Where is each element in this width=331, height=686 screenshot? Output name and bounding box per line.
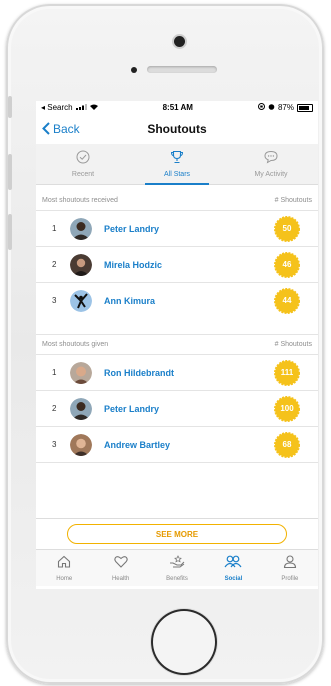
rank-number: 2 [52, 404, 57, 413]
avatar [70, 289, 92, 312]
shoutout-count: 111 [280, 368, 294, 377]
leaderboard-row[interactable]: 2 Peter Landry 100 [36, 390, 318, 426]
tabbar-item-home[interactable]: Home [36, 550, 92, 586]
member-name[interactable]: Mirela Hodzic [104, 260, 274, 270]
tabbar-item-health[interactable]: Health [92, 550, 148, 586]
avatar [70, 361, 92, 384]
given-section-header: Most shoutouts given # Shoutouts [36, 334, 318, 354]
tab-recent-label: Recent [71, 171, 95, 178]
battery-icon [297, 103, 313, 112]
rank-number: 3 [52, 440, 57, 449]
home-button[interactable] [151, 609, 217, 675]
member-name[interactable]: Peter Landry [104, 224, 274, 234]
tab-all-stars-label: All Stars [163, 171, 191, 178]
benefits-hand-icon [169, 554, 185, 573]
avatar [70, 217, 92, 240]
shoutout-tabs: Recent All Stars My Activity [36, 144, 318, 185]
wifi-icon [89, 103, 98, 112]
navigation-bar: Back Shoutouts [36, 114, 318, 144]
leaderboard-row[interactable]: 1 Ron Hildebrandt 111 [36, 354, 318, 390]
avatar [70, 397, 92, 420]
proximity-sensor [131, 67, 137, 73]
earpiece-speaker [147, 66, 217, 73]
received-count-header: # Shoutouts [274, 197, 312, 204]
shoutout-count: 44 [282, 296, 292, 305]
mute-switch [8, 96, 12, 118]
shoutout-count-badge: 50 [274, 215, 300, 242]
volume-down-button [8, 214, 12, 250]
heart-icon [113, 555, 128, 573]
app-screen: ◂ Search 8:51 AM 87% Back Shoutouts Rece… [36, 101, 318, 589]
signal-icon [75, 103, 87, 112]
leaderboard-row[interactable]: 2 Mirela Hodzic 46 [36, 246, 318, 282]
shoutout-count: 100 [280, 404, 294, 413]
shoutout-count-badge: 68 [274, 431, 300, 458]
see-more-button[interactable]: SEE MORE [67, 524, 287, 544]
see-more-bar: SEE MORE [36, 518, 318, 549]
person-icon [283, 554, 297, 573]
given-header-label: Most shoutouts given [42, 341, 109, 348]
member-name[interactable]: Andrew Bartley [104, 440, 274, 450]
leaderboard-row[interactable]: 3 Andrew Bartley 68 [36, 426, 318, 463]
people-icon [224, 555, 242, 573]
rotation-lock-icon [257, 103, 265, 112]
tabbar-item-profile[interactable]: Profile [262, 550, 318, 586]
shoutout-count: 68 [282, 440, 292, 449]
leaderboard-row[interactable]: 1 Peter Landry 50 [36, 210, 318, 246]
back-button[interactable]: Back [42, 121, 80, 137]
avatar [70, 253, 92, 276]
leaderboard-content: Most shoutouts received # Shoutouts 1 Pe… [36, 185, 318, 518]
given-count-header: # Shoutouts [274, 341, 312, 348]
shoutout-count-badge: 46 [274, 251, 300, 278]
shoutout-count-badge: 111 [274, 359, 300, 386]
battery-percent: 87% [277, 103, 294, 112]
rank-number: 1 [52, 224, 57, 233]
check-circle-icon [76, 150, 90, 169]
shoutout-count: 50 [282, 224, 292, 233]
tab-my-activity-label: My Activity [254, 171, 288, 178]
status-back-to-search[interactable]: ◂ Search [41, 103, 73, 112]
bottom-tab-bar: Home Health Benefits Social Profile [36, 549, 318, 586]
tabbar-item-benefits[interactable]: Benefits [149, 550, 205, 586]
status-time: 8:51 AM [162, 103, 193, 112]
chat-bubble-icon [264, 150, 278, 169]
back-label: Back [53, 122, 80, 136]
tabbar-label-home: Home [56, 575, 73, 582]
tabbar-label-profile: Profile [281, 575, 299, 582]
member-name[interactable]: Peter Landry [104, 404, 274, 414]
member-name[interactable]: Ron Hildebrandt [104, 368, 274, 378]
chevron-left-icon [42, 121, 50, 137]
received-section-header: Most shoutouts received # Shoutouts [36, 191, 318, 210]
shoutout-count-badge: 100 [274, 395, 300, 422]
trophy-icon [170, 150, 184, 169]
tab-my-activity[interactable]: My Activity [224, 144, 318, 184]
rank-number: 1 [52, 368, 57, 377]
tab-recent[interactable]: Recent [36, 144, 130, 184]
avatar [70, 433, 92, 456]
status-bar: ◂ Search 8:51 AM 87% [36, 101, 318, 114]
received-header-label: Most shoutouts received [42, 197, 118, 204]
shoutout-count-badge: 44 [274, 287, 300, 314]
leaderboard-row[interactable]: 3 Ann Kimura 44 [36, 282, 318, 318]
tabbar-label-benefits: Benefits [166, 575, 188, 582]
alarm-icon [268, 103, 275, 112]
rank-number: 3 [52, 296, 57, 305]
tabbar-label-social: Social [224, 575, 243, 582]
tabbar-label-health: Health [111, 575, 130, 582]
shoutout-count: 46 [282, 260, 292, 269]
home-icon [57, 555, 71, 573]
volume-up-button [8, 154, 12, 190]
tab-all-stars[interactable]: All Stars [130, 144, 224, 185]
rank-number: 2 [52, 260, 57, 269]
member-name[interactable]: Ann Kimura [104, 296, 274, 306]
front-camera [174, 36, 185, 47]
tabbar-item-social[interactable]: Social [205, 550, 261, 586]
